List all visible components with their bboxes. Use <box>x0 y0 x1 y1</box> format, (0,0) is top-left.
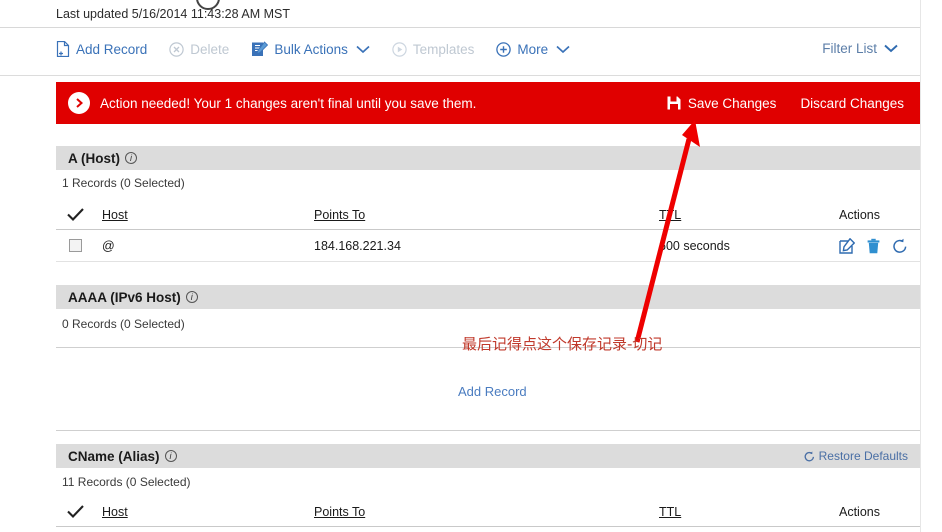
discard-changes-label: Discard Changes <box>800 95 904 111</box>
bulk-actions-chevron-down-icon[interactable] <box>356 45 370 54</box>
chevron-down-icon <box>884 44 898 53</box>
table-header-row: Host Points To TTL Actions <box>56 497 920 527</box>
column-header-actions: Actions <box>839 504 880 519</box>
delete-button: Delete <box>169 42 229 57</box>
save-floppy-icon <box>667 96 681 110</box>
info-icon[interactable]: i <box>164 450 177 462</box>
row-checkbox-cell[interactable] <box>56 239 94 252</box>
info-icon[interactable]: i <box>185 291 198 303</box>
last-updated-text: Last updated 5/16/2014 11:43:28 AM MST <box>56 7 290 21</box>
column-header-ttl[interactable]: TTL <box>659 208 839 222</box>
records-table-cname: Host Points To TTL Actions <box>56 497 920 527</box>
records-toolbar: Add Record Delete Bulk Actions Templates… <box>0 29 920 76</box>
column-header-host[interactable]: Host <box>94 505 314 519</box>
cell-actions <box>839 237 920 254</box>
section-header-aaaa-ipv6-host: AAAA (IPv6 Host) i <box>56 285 920 309</box>
filter-list-label: Filter List <box>822 41 877 56</box>
save-changes-label: Save Changes <box>687 95 777 111</box>
column-header-points-to[interactable]: Points To <box>314 208 659 222</box>
table-row: @ 184.168.221.34 600 seconds <box>56 230 920 262</box>
table-header-row: Host Points To TTL Actions <box>56 200 920 230</box>
discard-changes-button[interactable]: Discard Changes <box>800 96 904 111</box>
add-file-icon <box>56 40 70 58</box>
templates-circle-icon <box>392 41 407 57</box>
chevron-right-circle-icon <box>68 92 90 114</box>
info-icon[interactable]: i <box>125 152 137 164</box>
bulk-actions-button[interactable]: Bulk Actions <box>251 41 348 57</box>
filter-list-button[interactable]: Filter List <box>822 41 898 56</box>
bulk-actions-icon <box>251 41 269 57</box>
more-button[interactable]: More <box>496 42 548 57</box>
records-count-a-host: 1 Records (0 Selected) <box>62 176 185 190</box>
column-header-host[interactable]: Host <box>94 208 314 222</box>
section-title-aaaa: AAAA (IPv6 Host) i <box>56 290 198 305</box>
records-count-aaaa: 0 Records (0 Selected) <box>62 317 185 331</box>
unsaved-changes-banner: Action needed! Your 1 changes aren't fin… <box>56 82 920 124</box>
records-count-cname: 11 Records (0 Selected) <box>62 475 191 489</box>
bulk-actions-label: Bulk Actions <box>274 41 348 57</box>
column-header-ttl[interactable]: TTL <box>659 505 839 519</box>
section-title-text: A (Host) <box>68 150 120 166</box>
alert-message: Action needed! Your 1 changes aren't fin… <box>100 95 477 111</box>
delete-circle-icon <box>169 41 184 57</box>
add-record-label: Add Record <box>76 41 148 57</box>
add-record-button[interactable]: Add Record <box>56 40 148 58</box>
row-checkbox[interactable] <box>68 239 82 252</box>
more-chevron-down-icon[interactable] <box>556 45 570 54</box>
section-title-a-host: A (Host) i <box>56 151 137 166</box>
page-right-gutter <box>920 0 942 532</box>
select-all-checkmark-icon[interactable] <box>56 505 94 518</box>
column-header-actions: Actions <box>839 207 880 222</box>
cell-points-to: 184.168.221.34 <box>314 238 401 253</box>
cell-host: @ <box>102 238 115 253</box>
column-header-points-to[interactable]: Points To <box>314 505 659 519</box>
dns-records-page: Last updated 5/16/2014 11:43:28 AM MST A… <box>0 0 942 532</box>
restore-defaults-button[interactable]: Restore Defaults <box>804 449 920 463</box>
edit-icon[interactable] <box>839 237 856 254</box>
section-header-cname-alias: CName (Alias) i Restore Defaults <box>56 444 920 468</box>
more-label: More <box>517 41 549 57</box>
save-changes-button[interactable]: Save Changes <box>667 95 777 111</box>
restore-refresh-icon <box>804 451 815 462</box>
restore-defaults-label: Restore Defaults <box>818 449 908 463</box>
cell-ttl: 600 seconds <box>659 238 730 253</box>
trash-icon[interactable] <box>867 238 880 254</box>
add-record-link-aaaa[interactable]: Add Record <box>458 384 527 399</box>
templates-button: Templates <box>392 41 475 57</box>
section-title-text: CName (Alias) <box>68 448 160 464</box>
section-title-text: AAAA (IPv6 Host) <box>68 289 181 305</box>
plus-circle-icon <box>496 41 512 57</box>
templates-label: Templates <box>412 41 475 57</box>
last-updated-bar: Last updated 5/16/2014 11:43:28 AM MST <box>0 0 920 28</box>
section-header-a-host: A (Host) i <box>56 146 920 170</box>
delete-label: Delete <box>190 41 230 57</box>
section-title-cname: CName (Alias) i <box>56 449 177 464</box>
select-all-checkmark-icon[interactable] <box>56 208 94 221</box>
records-table-a-host: Host Points To TTL Actions @ 184.168.221… <box>56 200 920 262</box>
undo-icon[interactable] <box>892 238 908 254</box>
